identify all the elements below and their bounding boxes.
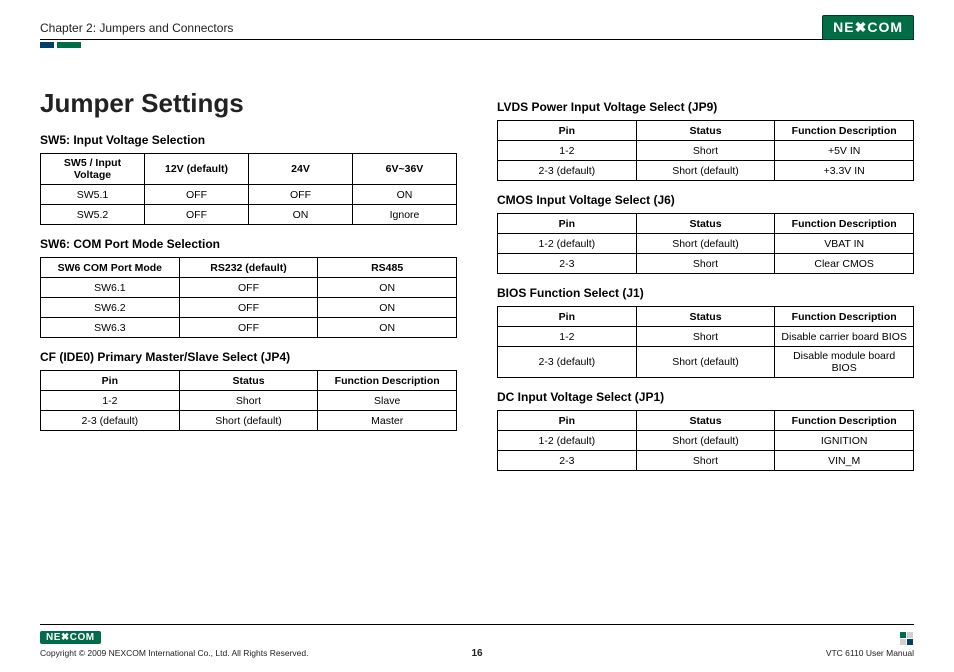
manual-name: VTC 6110 User Manual: [826, 648, 914, 658]
table-header-row: Pin Status Function Description: [498, 214, 914, 234]
table-header-row: Pin Status Function Description: [498, 307, 914, 327]
header-decoration: [40, 42, 914, 48]
jp1-table: Pin Status Function Description 1-2 (def…: [497, 410, 914, 471]
table-header-row: Pin Status Function Description: [41, 371, 457, 391]
table-row: 2-3 (default)Short (default)Master: [41, 411, 457, 431]
th: Pin: [498, 121, 637, 141]
th: Function Description: [775, 121, 914, 141]
table-row: 2-3ShortClear CMOS: [498, 254, 914, 274]
brand-logo: NE✖COM: [822, 15, 914, 40]
table-row: 2-3 (default)Short (default)+3.3V IN: [498, 161, 914, 181]
th: Function Description: [318, 371, 457, 391]
th: Status: [636, 121, 775, 141]
th: Status: [636, 214, 775, 234]
sw5-table: SW5 / Input Voltage 12V (default) 24V 6V…: [40, 153, 457, 225]
jp9-table: Pin Status Function Description 1-2Short…: [497, 120, 914, 181]
jp4-table: Pin Status Function Description 1-2Short…: [40, 370, 457, 431]
table-row: SW6.3OFFON: [41, 318, 457, 338]
table-row: 2-3 (default)Short (default)Disable modu…: [498, 347, 914, 378]
left-column: Jumper Settings SW5: Input Voltage Selec…: [40, 88, 457, 471]
table-row: 1-2ShortSlave: [41, 391, 457, 411]
th: Pin: [498, 307, 637, 327]
table-row: 1-2ShortDisable carrier board BIOS: [498, 327, 914, 347]
page-footer: NE✖COM Copyright © 2009 NEXCOM Internati…: [40, 624, 914, 658]
th: Status: [636, 307, 775, 327]
footer-decoration-icon: [900, 632, 914, 646]
sw6-table: SW6 COM Port Mode RS232 (default) RS485 …: [40, 257, 457, 338]
chapter-title: Chapter 2: Jumpers and Connectors: [40, 21, 233, 35]
table-row: 2-3ShortVIN_M: [498, 451, 914, 471]
th: RS232 (default): [179, 258, 318, 278]
copyright-text: Copyright © 2009 NEXCOM International Co…: [40, 648, 308, 658]
j6-table: Pin Status Function Description 1-2 (def…: [497, 213, 914, 274]
table-row: SW5.1OFFOFFON: [41, 185, 457, 205]
table-row: SW6.2OFFON: [41, 298, 457, 318]
j6-heading: CMOS Input Voltage Select (J6): [497, 193, 914, 207]
footer-logo: NE✖COM: [40, 631, 101, 644]
th: 6V~36V: [353, 154, 457, 185]
th: SW5 / Input Voltage: [41, 154, 145, 185]
table-row: 1-2 (default)Short (default)IGNITION: [498, 431, 914, 451]
th: Status: [636, 411, 775, 431]
th: Status: [179, 371, 318, 391]
table-header-row: Pin Status Function Description: [498, 411, 914, 431]
th: Pin: [498, 411, 637, 431]
th: Pin: [41, 371, 180, 391]
jp4-heading: CF (IDE0) Primary Master/Slave Select (J…: [40, 350, 457, 364]
table-row: SW5.2OFFONIgnore: [41, 205, 457, 225]
th: SW6 COM Port Mode: [41, 258, 180, 278]
page-body: Jumper Settings SW5: Input Voltage Selec…: [40, 88, 914, 471]
table-row: 1-2 (default)Short (default)VBAT IN: [498, 234, 914, 254]
page-number: 16: [471, 648, 482, 659]
right-column: LVDS Power Input Voltage Select (JP9) Pi…: [497, 88, 914, 471]
jp1-heading: DC Input Voltage Select (JP1): [497, 390, 914, 404]
table-row: SW6.1OFFON: [41, 278, 457, 298]
th: Function Description: [775, 411, 914, 431]
table-row: 1-2Short+5V IN: [498, 141, 914, 161]
sw6-heading: SW6: COM Port Mode Selection: [40, 237, 457, 251]
th: Function Description: [775, 214, 914, 234]
th: RS485: [318, 258, 457, 278]
jp9-heading: LVDS Power Input Voltage Select (JP9): [497, 100, 914, 114]
j1-table: Pin Status Function Description 1-2Short…: [497, 306, 914, 378]
th: Pin: [498, 214, 637, 234]
th: Function Description: [775, 307, 914, 327]
th: 24V: [249, 154, 353, 185]
page-title: Jumper Settings: [40, 88, 457, 119]
table-header-row: SW6 COM Port Mode RS232 (default) RS485: [41, 258, 457, 278]
page-header: Chapter 2: Jumpers and Connectors NE✖COM: [40, 16, 914, 40]
sw5-heading: SW5: Input Voltage Selection: [40, 133, 457, 147]
j1-heading: BIOS Function Select (J1): [497, 286, 914, 300]
th: 12V (default): [145, 154, 249, 185]
table-header-row: Pin Status Function Description: [498, 121, 914, 141]
table-header-row: SW5 / Input Voltage 12V (default) 24V 6V…: [41, 154, 457, 185]
